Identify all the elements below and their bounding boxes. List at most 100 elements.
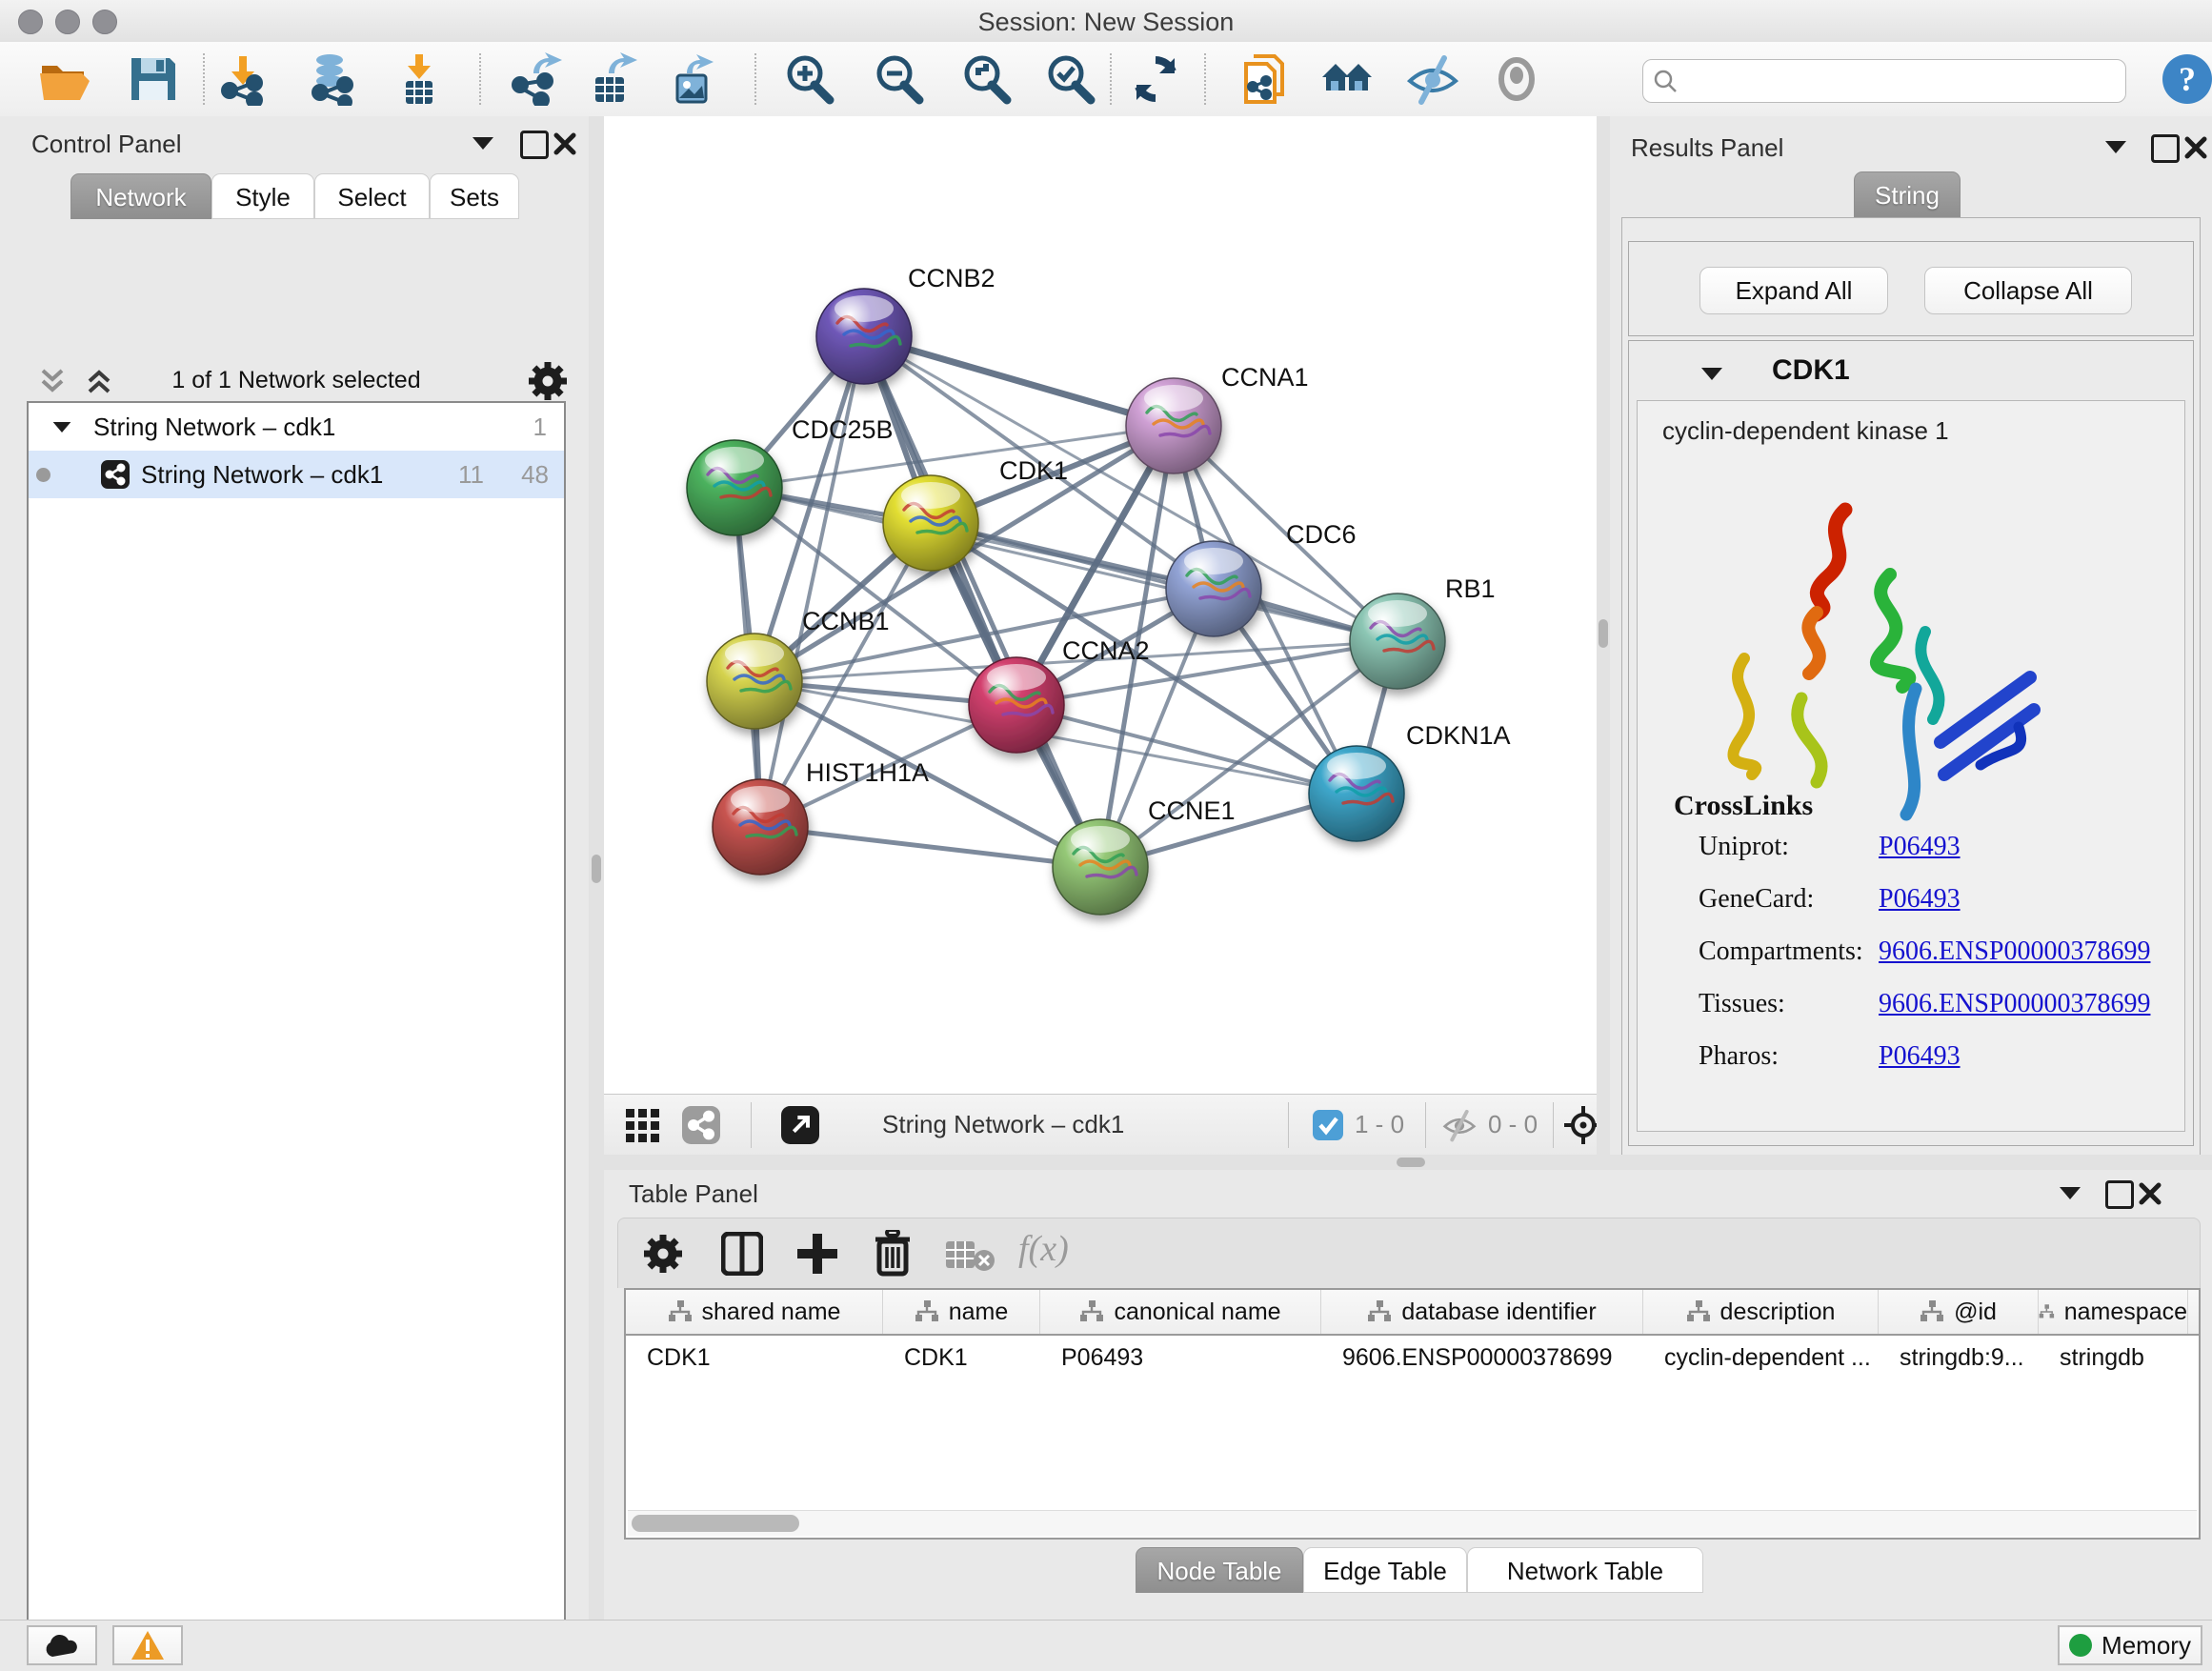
crosslink-link[interactable]: 9606.ENSP00000378699 — [1879, 936, 2150, 967]
crosslink-link[interactable]: P06493 — [1879, 832, 1961, 862]
table-cell[interactable]: cyclin-dependent ... — [1643, 1336, 1879, 1379]
splitter-grip[interactable] — [1397, 1158, 1425, 1167]
memory-button[interactable]: Memory — [2058, 1625, 2202, 1665]
tab-network[interactable]: Network — [70, 173, 211, 219]
import-table-icon[interactable] — [392, 52, 446, 106]
panel-menu-icon[interactable] — [2060, 1187, 2081, 1199]
vertical-splitter[interactable] — [589, 116, 604, 1620]
node-label: HIST1H1A — [806, 758, 929, 787]
refresh-icon[interactable] — [1129, 52, 1182, 106]
column-header-name[interactable]: name — [883, 1290, 1040, 1334]
column-header-@id[interactable]: @id — [1879, 1290, 2039, 1334]
vertical-splitter[interactable] — [1597, 116, 1610, 1155]
network-canvas[interactable]: CCNB2CCNA1CDC25BCDK1CDC6RB1CCNB1CCNA2CDK… — [604, 116, 1597, 1094]
expand-all-button[interactable]: Expand All — [1699, 267, 1888, 314]
column-header-description[interactable]: description — [1643, 1290, 1879, 1334]
tab-select[interactable]: Select — [314, 173, 430, 219]
splitter-grip[interactable] — [592, 855, 601, 883]
panel-close-icon[interactable] — [2138, 1181, 2162, 1206]
network-share-icon[interactable] — [682, 1106, 720, 1144]
import-database-icon[interactable] — [305, 52, 358, 106]
horizontal-splitter[interactable] — [604, 1155, 2212, 1170]
help-icon[interactable]: ? — [2161, 52, 2212, 106]
add-column-icon[interactable] — [795, 1232, 839, 1276]
zoom-out-icon[interactable] — [872, 52, 925, 106]
delete-column-icon[interactable] — [872, 1230, 914, 1278]
open-in-window-icon[interactable] — [781, 1106, 819, 1144]
export-table-icon[interactable] — [586, 52, 639, 106]
save-session-icon[interactable] — [126, 52, 179, 106]
tree-expand-icon[interactable] — [53, 421, 71, 432]
open-session-icon[interactable] — [36, 52, 90, 106]
search-field[interactable] — [1642, 59, 2126, 103]
table-row[interactable]: CDK1CDK1P064939606.ENSP00000378699cyclin… — [626, 1336, 2199, 1379]
splitter-grip[interactable] — [1599, 619, 1608, 648]
results-buttons-box: Expand All Collapse All — [1628, 241, 2194, 336]
node-gloss — [725, 640, 784, 667]
warnings-button[interactable] — [112, 1625, 183, 1665]
tab-sets[interactable]: Sets — [430, 173, 519, 219]
tab-style[interactable]: Style — [211, 173, 314, 219]
panel-float-icon[interactable] — [2151, 134, 2180, 163]
node-ccna1[interactable]: CCNA1 — [1126, 363, 1309, 473]
homes-icon[interactable] — [1320, 52, 1374, 106]
selected-checkbox-icon[interactable] — [1313, 1110, 1343, 1140]
tab-edge-table[interactable]: Edge Table — [1303, 1547, 1467, 1593]
show-columns-icon[interactable] — [721, 1232, 763, 1276]
node-ccne1[interactable]: CCNE1 — [1053, 796, 1236, 915]
network-collection-row[interactable]: String Network – cdk1 1 — [29, 403, 564, 451]
tab-string[interactable]: String — [1854, 171, 1961, 217]
column-header-canonical-name[interactable]: canonical name — [1040, 1290, 1321, 1334]
table-cell[interactable]: stringdb — [2039, 1336, 2188, 1379]
hide-eye-icon[interactable] — [1406, 52, 1459, 106]
panel-float-icon[interactable] — [2105, 1180, 2134, 1209]
table-cell[interactable]: stringdb:9... — [1879, 1336, 2039, 1379]
panel-close-icon[interactable] — [2183, 135, 2208, 160]
panel-menu-icon[interactable] — [473, 137, 493, 150]
cloud-button[interactable] — [27, 1625, 97, 1665]
node-ccnb1[interactable]: CCNB1 — [707, 607, 890, 729]
panel-float-icon[interactable] — [520, 131, 549, 159]
edge[interactable] — [864, 336, 1100, 867]
table-cell[interactable]: 9606.ENSP00000378699 — [1321, 1336, 1643, 1379]
export-image-icon[interactable] — [666, 52, 719, 106]
column-header-database-identifier[interactable]: database identifier — [1321, 1290, 1643, 1334]
zoom-fit-icon[interactable] — [959, 52, 1013, 106]
zoom-selected-icon[interactable] — [1043, 52, 1096, 106]
table-cell[interactable]: CDK1 — [883, 1336, 1040, 1379]
crosslink-link[interactable]: P06493 — [1879, 1041, 1961, 1072]
column-header-shared-name[interactable]: shared name — [626, 1290, 883, 1334]
edge[interactable] — [760, 827, 1100, 867]
panel-menu-icon[interactable] — [2105, 141, 2126, 153]
collapse-all-button[interactable]: Collapse All — [1924, 267, 2132, 314]
crosslink-link[interactable]: 9606.ENSP00000378699 — [1879, 989, 2150, 1019]
node-rb1[interactable]: RB1 — [1350, 574, 1496, 689]
gene-section: CDK1 cyclin-dependent kinase 1 — [1628, 340, 2194, 1146]
search-input[interactable] — [1685, 62, 2118, 100]
panel-close-icon[interactable] — [553, 131, 577, 156]
node-hist1h1a[interactable]: HIST1H1A — [713, 758, 929, 875]
tab-network-table[interactable]: Network Table — [1467, 1547, 1703, 1593]
zoom-in-icon[interactable] — [782, 52, 835, 106]
scrollbar-thumb[interactable] — [632, 1515, 799, 1532]
node-label: CDK1 — [999, 456, 1068, 485]
crosslink-link[interactable]: P06493 — [1879, 884, 1961, 915]
share-document-icon[interactable] — [1238, 52, 1292, 106]
horizontal-scrollbar[interactable] — [628, 1510, 2197, 1536]
table-toolbar: f(x) — [617, 1218, 2201, 1288]
column-header-namespace[interactable]: namespace — [2039, 1290, 2188, 1334]
node-cdkn1a[interactable]: CDKN1A — [1309, 721, 1511, 841]
gear-icon[interactable] — [528, 361, 568, 401]
birds-eye-icon[interactable] — [625, 1108, 661, 1144]
import-network-icon[interactable] — [216, 52, 270, 106]
edge[interactable] — [760, 336, 864, 827]
gear-icon[interactable] — [643, 1234, 683, 1274]
table-header-row: shared namenamecanonical namedatabase id… — [626, 1290, 2199, 1336]
table-cell[interactable]: CDK1 — [626, 1336, 883, 1379]
network-tree: String Network – cdk1 1 String Network –… — [27, 401, 566, 1671]
network-row[interactable]: String Network – cdk1 11 48 — [29, 451, 564, 498]
section-collapse-icon[interactable] — [1701, 368, 1722, 380]
export-network-icon[interactable] — [509, 52, 562, 106]
table-cell[interactable]: P06493 — [1040, 1336, 1321, 1379]
tab-node-table[interactable]: Node Table — [1136, 1547, 1303, 1593]
